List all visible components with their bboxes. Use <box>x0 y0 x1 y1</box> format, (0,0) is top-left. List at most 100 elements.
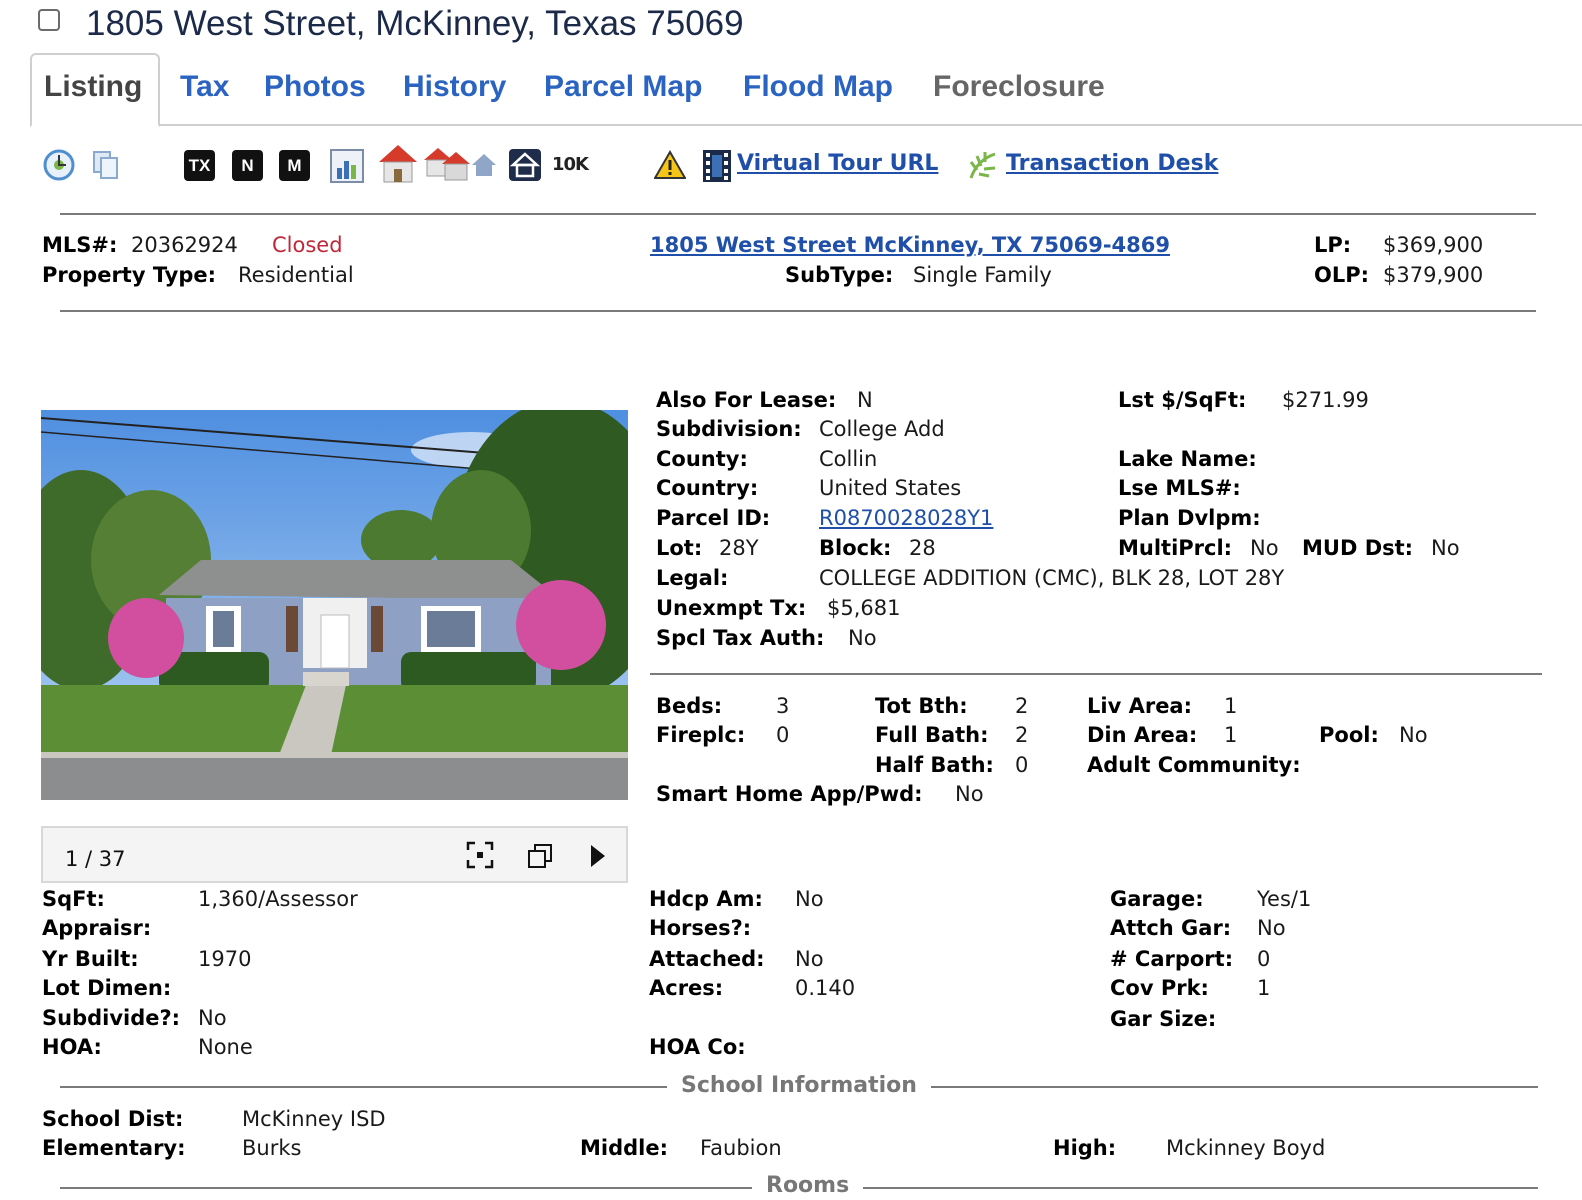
year-built-label: Yr Built: <box>42 947 139 971</box>
multi-parcel-value: No <box>1250 536 1279 560</box>
lake-name-label: Lake Name: <box>1118 447 1257 471</box>
unexempt-tax-label: Unexmpt Tx: <box>656 596 807 620</box>
county-value: Collin <box>819 447 878 471</box>
attached-value: No <box>795 947 824 971</box>
m-icon[interactable]: M <box>279 150 310 181</box>
select-checkbox[interactable] <box>38 9 60 31</box>
sqft-value: 1,360/Assessor <box>198 887 358 911</box>
smart-home-label: Smart Home App/Pwd: <box>656 782 923 806</box>
hoa-label: HOA: <box>42 1035 102 1059</box>
attached-garage-label: Attch Gar: <box>1110 916 1232 940</box>
chart-report-icon[interactable] <box>329 148 365 184</box>
page-title: 1805 West Street, McKinney, Texas 75069 <box>86 4 744 43</box>
10k-icon[interactable]: 10K <box>552 154 589 175</box>
tab-foreclosure[interactable]: Foreclosure <box>933 70 1105 104</box>
block-label: Block: <box>819 536 892 560</box>
special-tax-auth-value: No <box>848 626 877 650</box>
tx-icon[interactable]: TX <box>184 150 215 181</box>
beds-value: 3 <box>776 694 790 718</box>
property-type-label: Property Type: <box>42 263 217 287</box>
tab-history[interactable]: History <box>403 70 506 104</box>
total-baths-label: Tot Bth: <box>875 694 968 718</box>
parcel-id-label: Parcel ID: <box>656 506 771 530</box>
half-bath-label: Half Bath: <box>875 753 994 777</box>
list-price-per-sqft-label: Lst $/SqFt: <box>1118 388 1247 412</box>
leaf-icon[interactable] <box>967 150 999 182</box>
covered-parking-value: 1 <box>1257 976 1271 1000</box>
home-outline-icon[interactable] <box>508 148 542 182</box>
also-for-lease-value: N <box>857 388 873 412</box>
houses-compare-icon[interactable] <box>424 144 470 184</box>
divider <box>60 310 1536 312</box>
year-built-value: 1970 <box>198 947 252 971</box>
garage-label: Garage: <box>1110 887 1204 911</box>
tab-listing[interactable]: Listing <box>44 70 142 104</box>
legal-value: COLLEGE ADDITION (CMC), BLK 28, LOT 28Y <box>819 566 1285 590</box>
also-for-lease-label: Also For Lease: <box>656 388 837 412</box>
subdivision-value: College Add <box>819 417 945 441</box>
handicap-amenities-label: Hdcp Am: <box>649 887 763 911</box>
house-icon[interactable] <box>376 142 420 186</box>
parcel-id-link[interactable]: R0870028028Y1 <box>819 506 993 530</box>
fullscreen-icon[interactable] <box>466 841 494 869</box>
plan-development-label: Plan Dvlpm: <box>1118 506 1261 530</box>
mls-label: MLS#: <box>42 233 118 257</box>
subtype-label: SubType: <box>785 263 894 287</box>
living-area-value: 1 <box>1224 694 1238 718</box>
address-link[interactable]: 1805 West Street McKinney, TX 75069-4869 <box>650 233 1170 257</box>
popout-icon[interactable] <box>527 843 553 869</box>
covered-parking-label: Cov Prk: <box>1110 976 1209 1000</box>
tab-flood-map[interactable]: Flood Map <box>743 70 893 104</box>
multi-parcel-label: MultiPrcl: <box>1118 536 1233 560</box>
warning-icon[interactable] <box>654 150 686 180</box>
living-area-label: Liv Area: <box>1087 694 1192 718</box>
elementary-value: Burks <box>242 1136 302 1160</box>
pool-value: No <box>1399 723 1428 747</box>
tab-photos[interactable]: Photos <box>264 70 366 104</box>
photo-counter: 1 / 37 <box>65 847 126 871</box>
n-icon[interactable]: N <box>232 150 263 181</box>
lp-value: $369,900 <box>1383 233 1484 257</box>
divider <box>60 213 1536 215</box>
tab-parcel-map[interactable]: Parcel Map <box>544 70 702 104</box>
carport-value: 0 <box>1257 947 1271 971</box>
property-photo[interactable] <box>41 410 628 800</box>
subtype-value: Single Family <box>913 263 1052 287</box>
next-arrow-icon[interactable] <box>589 844 607 868</box>
smart-home-value: No <box>955 782 984 806</box>
beds-label: Beds: <box>656 694 723 718</box>
appraiser-label: Appraisr: <box>42 916 152 940</box>
garage-value: Yes/1 <box>1257 887 1312 911</box>
transaction-desk-link[interactable]: Transaction Desk <box>1006 151 1218 176</box>
small-house-icon[interactable] <box>471 152 497 178</box>
mud-district-value: No <box>1431 536 1460 560</box>
attached-label: Attached: <box>649 947 765 971</box>
garage-size-label: Gar Size: <box>1110 1007 1217 1031</box>
subdivide-value: No <box>198 1006 227 1030</box>
hoa-value: None <box>198 1035 253 1059</box>
fireplace-label: Fireplc: <box>656 723 746 747</box>
photo-controls: 1 / 37 <box>41 826 628 883</box>
special-tax-auth-label: Spcl Tax Auth: <box>656 626 825 650</box>
tab-tax[interactable]: Tax <box>180 70 229 104</box>
clock-refresh-icon[interactable] <box>42 148 76 182</box>
divider <box>650 673 1542 675</box>
mls-number: 20362924 <box>131 233 238 257</box>
middle-school-label: Middle: <box>580 1136 668 1160</box>
copy-icon[interactable] <box>90 148 122 182</box>
list-price-per-sqft-value: $271.99 <box>1282 388 1369 412</box>
olp-value: $379,900 <box>1383 263 1484 287</box>
rooms-section-heading: Rooms <box>752 1173 864 1198</box>
country-value: United States <box>819 476 962 500</box>
lease-mls-label: Lse MLS#: <box>1118 476 1241 500</box>
olp-label: OLP: <box>1314 263 1370 287</box>
subdivision-label: Subdivision: <box>656 417 802 441</box>
horses-label: Horses?: <box>649 916 752 940</box>
virtual-tour-link[interactable]: Virtual Tour URL <box>737 151 938 176</box>
film-icon[interactable] <box>701 149 733 183</box>
country-label: Country: <box>656 476 759 500</box>
unexempt-tax-value: $5,681 <box>827 596 901 620</box>
elementary-label: Elementary: <box>42 1136 186 1160</box>
tab-divider <box>160 124 1582 126</box>
fireplace-value: 0 <box>776 723 790 747</box>
